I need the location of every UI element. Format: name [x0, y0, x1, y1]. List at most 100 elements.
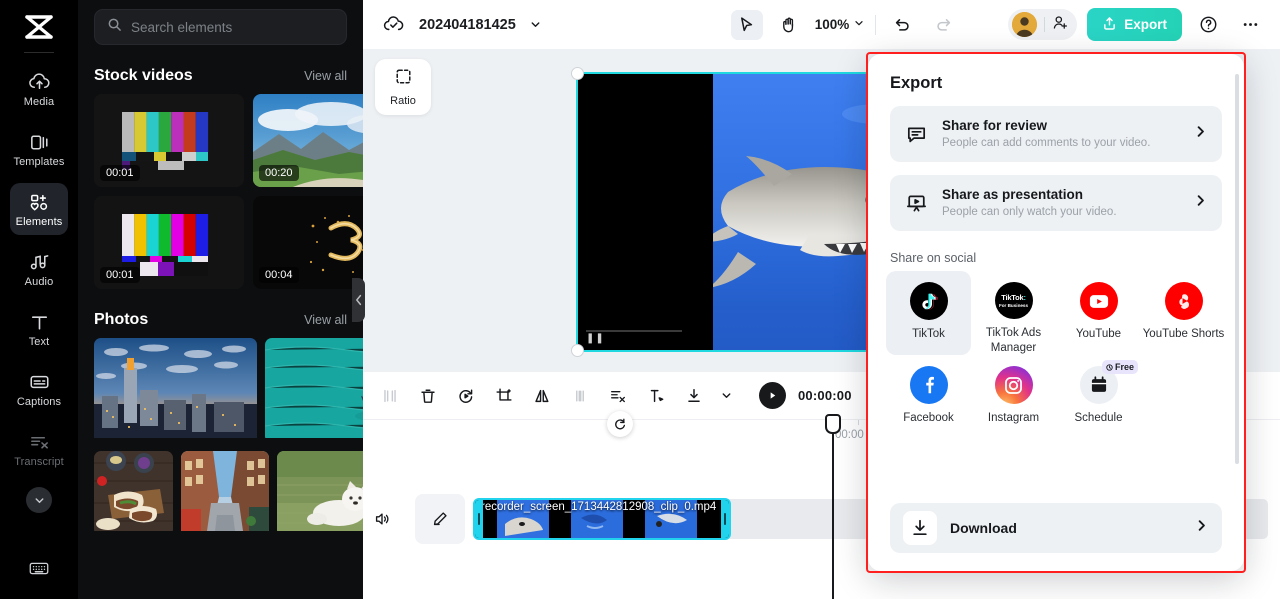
- card-duration: 00:01: [100, 165, 140, 181]
- edit-track-button[interactable]: [415, 494, 465, 544]
- hand-tool-button[interactable]: [773, 10, 805, 40]
- playhead[interactable]: [825, 414, 841, 599]
- sidebar-item-media[interactable]: Media: [10, 63, 68, 115]
- youtube-icon: [1079, 282, 1118, 320]
- clip-trim-handle-left[interactable]: [475, 500, 483, 538]
- social-tiktok-ads-manager[interactable]: TikTok: For Business TikTok Ads Manager: [971, 271, 1056, 355]
- left-icon-rail: Media Templates Elements Audio Text Capt…: [0, 0, 78, 599]
- zoom-level-control[interactable]: 100%: [815, 17, 866, 32]
- text-t-icon: [28, 311, 51, 333]
- stock-video-card[interactable]: 00:04: [253, 196, 363, 289]
- download-label: Download: [950, 520, 1017, 536]
- share-as-presentation-row[interactable]: Share as presentation People can only wa…: [890, 175, 1222, 231]
- keyboard-icon[interactable]: [29, 561, 49, 581]
- play-button[interactable]: [759, 382, 786, 409]
- download-icon[interactable]: [681, 383, 707, 409]
- sidebar-item-captions[interactable]: Captions: [10, 363, 68, 415]
- crop-icon[interactable]: [491, 383, 517, 409]
- playhead-handle[interactable]: [825, 414, 841, 434]
- redo-button[interactable]: [928, 10, 960, 40]
- download-row[interactable]: Download: [890, 503, 1222, 553]
- avatar[interactable]: [1012, 12, 1038, 37]
- row-title: Share for review: [942, 117, 1048, 133]
- social-label: TikTok: [912, 328, 945, 340]
- sidebar-item-audio[interactable]: Audio: [10, 243, 68, 295]
- stock-videos-grid: 00:01 00:20 00:01 00:04: [78, 94, 363, 289]
- sidebar-item-elements[interactable]: Elements: [10, 183, 68, 235]
- section-title: Photos: [94, 311, 149, 328]
- social-schedule[interactable]: Free Schedule: [1056, 355, 1141, 439]
- rotate-cw-icon[interactable]: [453, 383, 479, 409]
- photo-card[interactable]: [265, 338, 363, 443]
- remove-audio-icon[interactable]: [605, 383, 631, 409]
- ratio-button[interactable]: Ratio: [375, 59, 431, 115]
- stock-video-card[interactable]: 00:01: [94, 94, 244, 187]
- photos-header: Photos View all: [78, 311, 363, 329]
- social-label: YouTube Shorts: [1142, 328, 1225, 340]
- chevron-down-icon[interactable]: [713, 383, 739, 409]
- social-label: TikTok Ads Manager: [985, 327, 1042, 354]
- stock-video-card[interactable]: 00:20: [253, 94, 363, 187]
- stock-video-card[interactable]: 00:01: [94, 196, 244, 289]
- share-on-social-heading: Share on social: [890, 251, 977, 265]
- chevron-right-icon: [1193, 124, 1208, 144]
- sidebar-item-text[interactable]: Text: [10, 303, 68, 355]
- export-button[interactable]: Export: [1087, 8, 1182, 41]
- search-box[interactable]: [94, 9, 347, 45]
- panel-collapse-handle[interactable]: [352, 278, 365, 322]
- stock-videos-view-all[interactable]: View all: [304, 69, 347, 83]
- section-title: Stock videos: [94, 67, 193, 84]
- resize-handle-top-left[interactable]: [571, 67, 584, 80]
- speaker-icon[interactable]: [373, 510, 391, 533]
- photos-view-all[interactable]: View all: [304, 313, 347, 327]
- presentation-icon: [904, 192, 928, 215]
- photo-card[interactable]: [94, 338, 257, 443]
- add-person-icon[interactable]: [1052, 14, 1069, 36]
- social-facebook[interactable]: Facebook: [886, 355, 971, 439]
- sidebar-item-transcript[interactable]: Transcript: [10, 423, 68, 475]
- row-title: Share as presentation: [942, 186, 1084, 202]
- cloud-check-icon[interactable]: [377, 10, 409, 40]
- delete-icon[interactable]: [415, 383, 441, 409]
- toolbar-divider: [875, 14, 877, 35]
- search-input[interactable]: [131, 19, 334, 35]
- split-icon[interactable]: [377, 383, 403, 409]
- project-name[interactable]: 202404181425: [419, 17, 516, 33]
- freeze-icon[interactable]: [643, 383, 669, 409]
- card-duration: 00:04: [259, 267, 299, 283]
- help-button[interactable]: [1192, 10, 1224, 40]
- social-instagram[interactable]: Instagram: [971, 355, 1056, 439]
- timeline-clip[interactable]: recorder_screen_1713442812908_clip_0.mp4: [473, 498, 731, 540]
- social-label: Facebook: [903, 412, 954, 424]
- photo-card[interactable]: [94, 451, 173, 536]
- social-youtube-shorts[interactable]: YouTube Shorts: [1141, 271, 1226, 355]
- rail-divider: [24, 52, 54, 53]
- stock-videos-header: Stock videos View all: [78, 67, 363, 85]
- account-group[interactable]: [1008, 9, 1078, 40]
- chevron-down-icon[interactable]: [526, 10, 546, 40]
- photos-grid-row2: [78, 451, 363, 536]
- mask-icon[interactable]: [567, 383, 593, 409]
- export-popover-scrollbar[interactable]: [1235, 74, 1239, 464]
- social-youtube[interactable]: YouTube: [1056, 271, 1141, 355]
- share-for-review-row[interactable]: Share for review People can add comments…: [890, 106, 1222, 162]
- mirror-icon[interactable]: [529, 383, 555, 409]
- rail-expand-button[interactable]: [26, 487, 52, 513]
- social-grid: TikTok TikTok: For Business TikTok Ads M…: [868, 265, 1244, 439]
- social-tiktok[interactable]: TikTok: [886, 271, 971, 355]
- select-tool-button[interactable]: [730, 9, 763, 40]
- sidebar-item-templates[interactable]: Templates: [10, 123, 68, 175]
- more-options-button[interactable]: [1234, 10, 1266, 40]
- resize-handle-bottom-left[interactable]: [571, 344, 584, 357]
- rotate-handle-icon[interactable]: [607, 411, 633, 437]
- sidebar-item-label: Captions: [16, 395, 62, 408]
- photo-card[interactable]: [181, 451, 269, 536]
- share-for-review-text: Share for review People can add comments…: [942, 117, 1179, 151]
- photo-card[interactable]: [277, 451, 363, 536]
- tiktok-business-icon: TikTok: For Business: [994, 282, 1033, 320]
- undo-button[interactable]: [886, 10, 918, 40]
- clip-trim-handle-right[interactable]: [721, 500, 729, 538]
- elements-panel: Stock videos View all: [78, 0, 363, 599]
- capcut-logo-icon[interactable]: [19, 10, 59, 44]
- tiktok-icon: [909, 282, 948, 320]
